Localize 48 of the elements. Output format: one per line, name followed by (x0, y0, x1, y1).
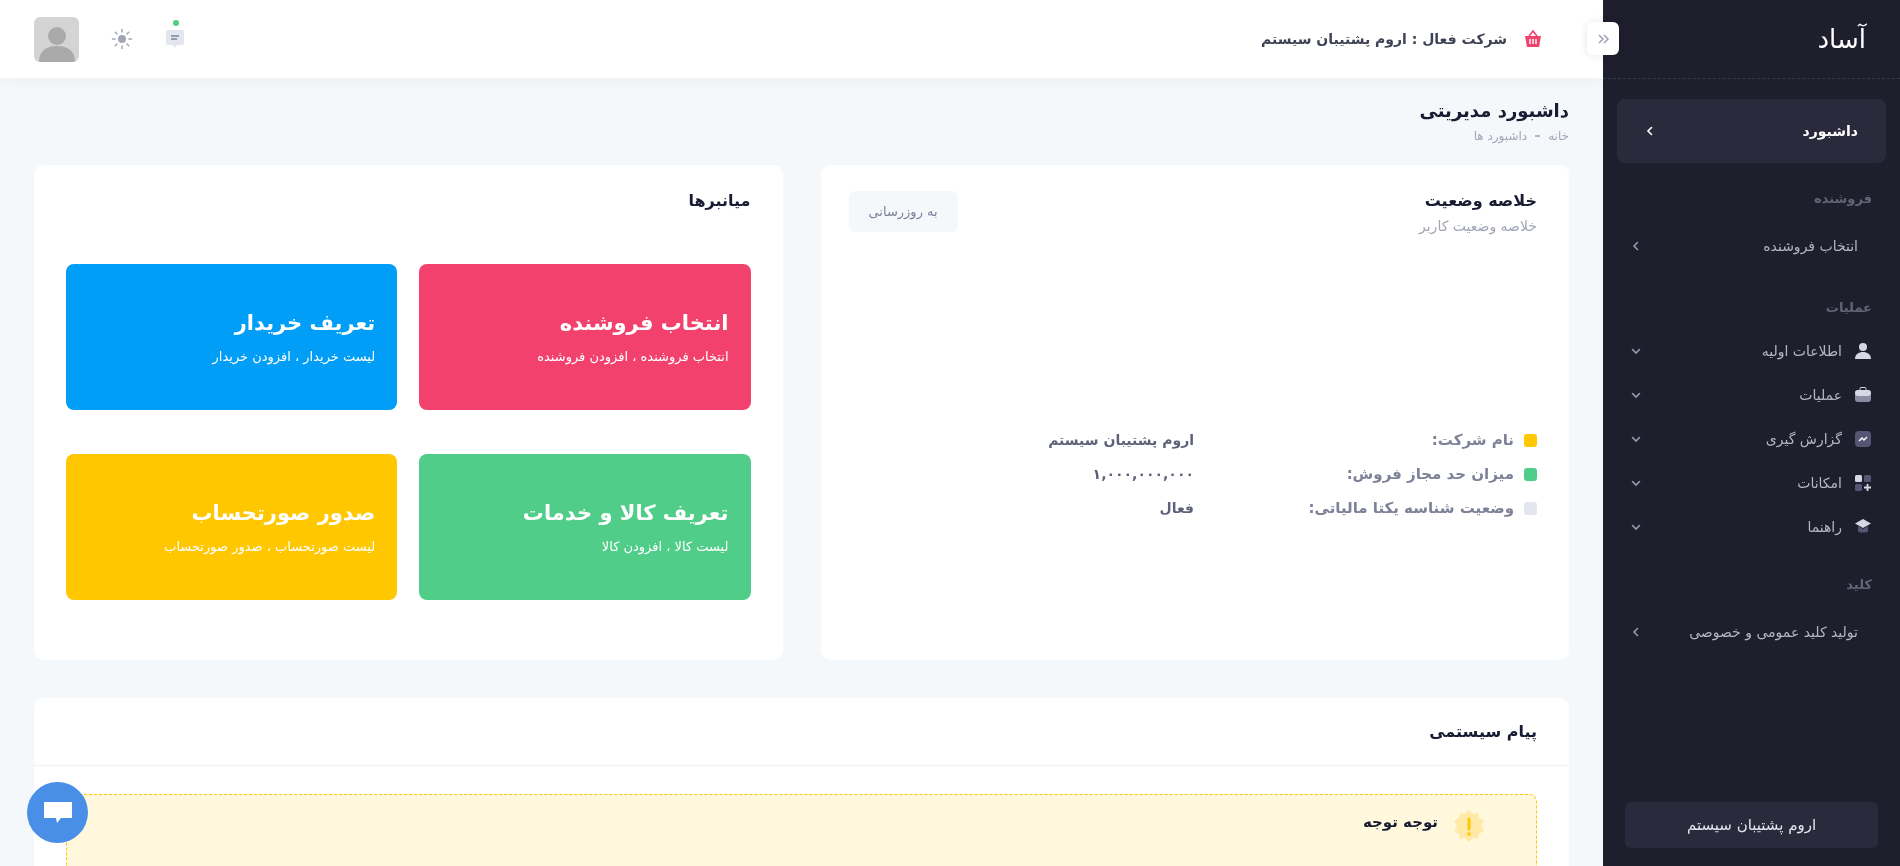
chevron-icon (1631, 241, 1641, 251)
double-chevron-icon (1596, 31, 1610, 46)
page-title: داشبورد مدیریتی (1418, 100, 1569, 121)
collapse-button[interactable] (1587, 22, 1619, 55)
chevron-icon (1631, 434, 1641, 444)
chevron-icon (1631, 346, 1641, 356)
chevron-icon (1631, 522, 1641, 532)
chevron-icon (1631, 627, 1641, 637)
field-label: میزان حد مجاز فروش: (1345, 465, 1514, 483)
chart-icon (1854, 430, 1872, 448)
chevron-icon (1631, 478, 1641, 488)
chevron-icon (1631, 390, 1641, 400)
menu-item[interactable]: امکانات (1617, 461, 1886, 505)
chevron-icon (1645, 126, 1655, 136)
active-company: شرکت فعال : اروم پشتیبان سیستم (1261, 31, 1507, 47)
menu-item[interactable]: گزارش گیری (1617, 417, 1886, 461)
card-subtitle: خلاصه وضعیت کاربر (1419, 218, 1537, 234)
person-icon (1854, 342, 1872, 360)
menu-item[interactable]: انتخاب فروشنده (1617, 220, 1886, 272)
sun-icon[interactable] (111, 28, 133, 50)
card-title: پیام سیستمی (1429, 722, 1537, 741)
apps-add-icon (1854, 474, 1872, 492)
field-label: وضعیت شناسه یکتا مالیاتی: (1307, 499, 1514, 517)
card-title: خلاصه وضعیت (1423, 191, 1537, 210)
section-heading: کلید (1845, 576, 1873, 594)
field-value: اروم پشتیبان سیستم (1047, 432, 1194, 448)
section-heading: فروشنده (1813, 190, 1873, 208)
briefcase-icon (1854, 386, 1872, 404)
alert-title: توجه توجه (1362, 812, 1438, 831)
menu-item[interactable]: راهنما (1617, 505, 1886, 549)
card-title: میانبرها (687, 191, 751, 210)
field-label: نام شرکت: (1430, 431, 1514, 449)
basket-icon (1523, 29, 1543, 49)
company-name: اروم پشتیبان سیستم (1625, 802, 1878, 848)
breadcrumb-item: داشبورد ها (1473, 129, 1528, 143)
section-heading: عملیات (1824, 299, 1873, 317)
logo: آساد (1817, 24, 1866, 54)
menu-item[interactable]: داشبورد (1617, 99, 1886, 163)
refresh-button[interactable]: به روزرسانی (848, 191, 958, 232)
menu-item[interactable]: تولید کلید عمومی و خصوصی (1617, 606, 1886, 658)
menu-item[interactable]: اطلاعات اولیه (1617, 329, 1886, 373)
avatar[interactable] (34, 16, 79, 62)
field-value: فعال (1158, 500, 1194, 516)
shortcut-tile[interactable]: انتخاب فروشنده انتخاب فروشنده ، افزودن فروشنده (419, 264, 751, 410)
field-value: ۱,۰۰۰,۰۰۰,۰۰۰ (1091, 466, 1194, 482)
message-icon[interactable] (165, 28, 185, 50)
warning-icon (1452, 809, 1486, 843)
menu-item[interactable]: عملیات (1617, 373, 1886, 417)
